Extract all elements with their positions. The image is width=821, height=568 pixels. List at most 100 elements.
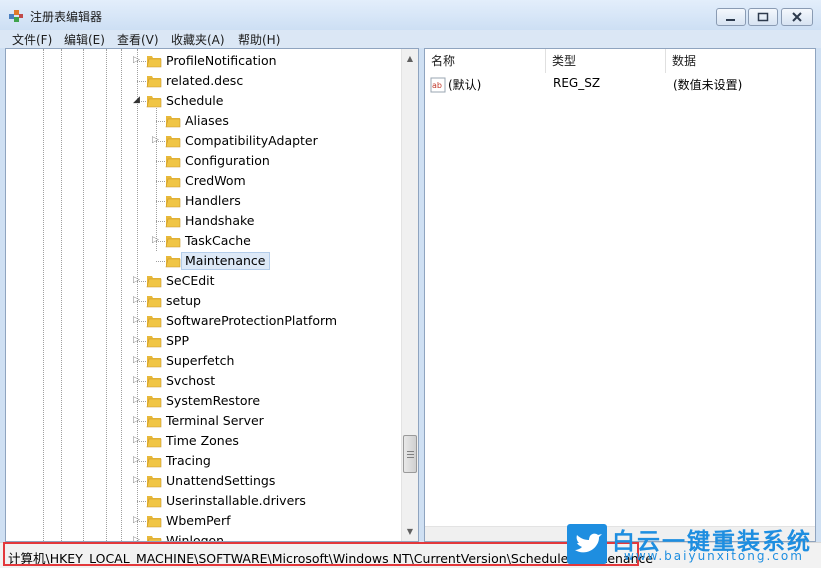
close-button[interactable] xyxy=(781,8,813,26)
scroll-up-arrow-icon[interactable]: ▲ xyxy=(402,51,418,67)
expand-arrow-icon[interactable]: ▷ xyxy=(133,516,142,525)
expand-arrow-icon[interactable]: ▷ xyxy=(133,276,142,285)
tree-node[interactable]: ▷ SPP xyxy=(6,331,401,351)
scroll-thumb[interactable] xyxy=(403,435,417,473)
grip-line xyxy=(407,451,414,452)
tree-node[interactable]: ▷ SoftwareProtectionPlatform xyxy=(6,311,401,331)
tree-node[interactable]: ◢ Schedule xyxy=(6,91,401,111)
tree-node[interactable]: ▷ ProfileNotification xyxy=(6,51,401,71)
expand-arrow-icon[interactable]: ▷ xyxy=(152,136,161,145)
menu-bar: 文件(F) 编辑(E) 查看(V) 收藏夹(A) 帮助(H) xyxy=(0,30,821,48)
menu-help[interactable]: 帮助(H) xyxy=(238,31,280,48)
folder-icon xyxy=(146,336,162,348)
minimize-button[interactable] xyxy=(716,8,746,26)
tree-node[interactable]: ▷ Terminal Server xyxy=(6,411,401,431)
tree-node-label: Superfetch xyxy=(166,353,235,368)
folder-icon xyxy=(147,536,162,541)
value-data: (数值未设置) xyxy=(673,78,743,92)
folder-icon xyxy=(146,296,162,308)
tree-node-label: UnattendSettings xyxy=(166,473,276,488)
tree-node[interactable]: ▷ setup xyxy=(6,291,401,311)
expand-arrow-icon[interactable]: ▷ xyxy=(133,416,142,425)
folder-icon xyxy=(146,376,162,388)
tree-node-label: Aliases xyxy=(185,113,229,128)
tree-vertical-scrollbar[interactable]: ▲ ▼ xyxy=(401,49,418,541)
expand-arrow-icon[interactable]: ▷ xyxy=(133,476,142,485)
menu-edit[interactable]: 编辑(E) xyxy=(64,31,105,48)
close-icon xyxy=(792,12,802,22)
expand-arrow-icon[interactable]: ▷ xyxy=(133,376,142,385)
tree-node[interactable]: ▷ TaskCache xyxy=(6,231,401,251)
menu-view[interactable]: 查看(V) xyxy=(117,31,159,48)
tree-node[interactable]: Aliases xyxy=(6,111,401,131)
collapse-arrow-icon[interactable]: ◢ xyxy=(133,96,142,105)
tree-node-label: Time Zones xyxy=(166,433,239,448)
window-title: 注册表编辑器 xyxy=(30,10,103,24)
tree-node[interactable]: Handshake xyxy=(6,211,401,231)
watermark-url: www.baiyunxitong.com xyxy=(624,549,804,563)
registry-tree-pane[interactable]: ▷ ProfileNotification related.desc ◢ Schedul… xyxy=(5,48,419,542)
tree-node-label: Maintenance xyxy=(181,252,270,270)
tree-node-label: setup xyxy=(166,293,201,308)
folder-icon xyxy=(146,276,162,288)
tree-node[interactable]: Handlers xyxy=(6,191,401,211)
folder-icon xyxy=(146,476,162,488)
tree-node[interactable]: Maintenance xyxy=(6,251,401,271)
minimize-icon xyxy=(726,19,735,21)
svg-text:ab: ab xyxy=(432,81,442,90)
tree-node-label: CompatibilityAdapter xyxy=(185,133,318,148)
tree-node[interactable]: ▷ WbemPerf xyxy=(6,511,401,531)
tree-node[interactable]: ▷ UnattendSettings xyxy=(6,471,401,491)
tree-node[interactable]: ▷ Tracing xyxy=(6,451,401,471)
column-header-data[interactable]: 数据 xyxy=(666,49,815,73)
values-list-pane[interactable]: 名称 类型 数据 ab (默认) REG_SZ (数值未设置) xyxy=(424,48,816,542)
tree-node[interactable]: ▷ SeCEdit xyxy=(6,271,401,291)
folder-icon xyxy=(146,356,162,368)
column-header-type[interactable]: 类型 xyxy=(546,49,666,73)
expand-arrow-icon[interactable]: ▷ xyxy=(133,436,142,445)
folder-icon xyxy=(146,76,162,88)
expand-arrow-icon[interactable]: ▷ xyxy=(133,336,142,345)
tree-node[interactable]: Configuration xyxy=(6,151,401,171)
folder-icon xyxy=(146,456,162,468)
tree-node-label: Tracing xyxy=(166,453,211,468)
watermark-logo xyxy=(567,524,607,564)
maximize-button[interactable] xyxy=(748,8,778,26)
tree-node[interactable]: Userinstallable.drivers xyxy=(6,491,401,511)
expand-arrow-icon[interactable]: ▷ xyxy=(133,296,142,305)
expand-arrow-icon[interactable]: ▷ xyxy=(152,236,161,245)
tree-node[interactable]: ▷ Winlogon xyxy=(6,531,401,541)
folder-icon xyxy=(146,56,162,68)
menu-favorites[interactable]: 收藏夹(A) xyxy=(171,31,225,48)
tree-node[interactable]: related.desc xyxy=(6,71,401,91)
regedit-app-icon xyxy=(9,10,23,22)
expand-arrow-icon[interactable]: ▷ xyxy=(133,396,142,405)
value-name: (默认) xyxy=(448,78,482,92)
folder-icon xyxy=(165,236,181,248)
tree-node[interactable]: ▷ Svchost xyxy=(6,371,401,391)
folder-icon xyxy=(165,196,181,208)
column-header-name[interactable]: 名称 xyxy=(425,49,546,73)
tree-node[interactable]: ▷ Superfetch xyxy=(6,351,401,371)
tree-node[interactable]: ▷ CompatibilityAdapter xyxy=(6,131,401,151)
grip-line xyxy=(407,454,414,455)
tree-node[interactable]: ▷ Time Zones xyxy=(6,431,401,451)
title-bar: 注册表编辑器 xyxy=(0,0,821,30)
maximize-icon xyxy=(757,12,769,22)
expand-arrow-icon[interactable]: ▷ xyxy=(133,316,142,325)
highlight-annotation-box xyxy=(3,542,639,566)
tree-node-label: SoftwareProtectionPlatform xyxy=(166,313,338,328)
scroll-down-arrow-icon[interactable]: ▼ xyxy=(402,524,418,540)
folder-icon xyxy=(146,496,162,508)
menu-file[interactable]: 文件(F) xyxy=(12,31,52,48)
tree-node-label: ProfileNotification xyxy=(166,53,277,68)
folder-icon xyxy=(165,136,181,148)
expand-arrow-icon[interactable]: ▷ xyxy=(133,456,142,465)
expand-arrow-icon[interactable]: ▷ xyxy=(133,356,142,365)
tree-node[interactable]: ▷ SystemRestore xyxy=(6,391,401,411)
tree-node[interactable]: CredWom xyxy=(6,171,401,191)
tree-node-label: CredWom xyxy=(185,173,246,188)
folder-icon xyxy=(165,216,181,228)
expand-arrow-icon[interactable]: ▷ xyxy=(133,56,142,65)
folder-icon xyxy=(146,316,162,328)
